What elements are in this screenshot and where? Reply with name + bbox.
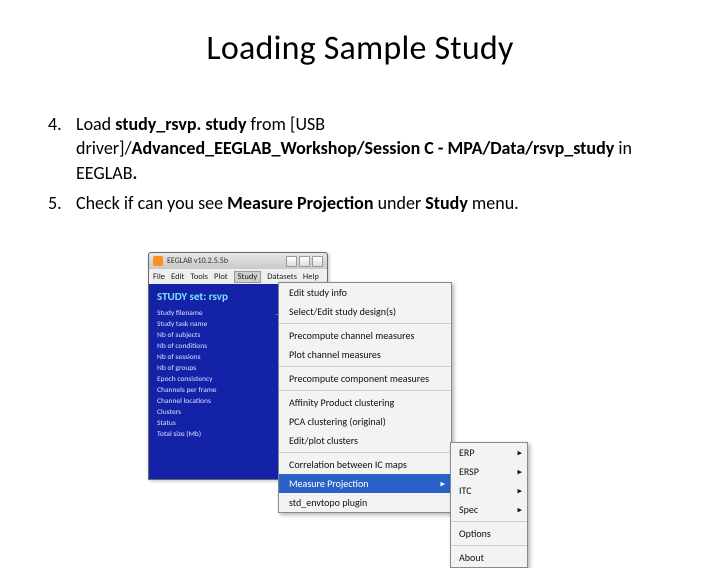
menu-plot[interactable]: Plot [214,272,228,282]
info-key: Study filename [157,309,203,318]
menu-edit[interactable]: Edit [171,272,184,282]
filepath: Advanced_EEGLAB_Workshop/Session C - MPA… [132,137,615,159]
submenu-arrow-icon: ▸ [440,478,445,489]
minimize-button[interactable] [286,256,297,267]
submenu-arrow-icon: ▸ [517,485,522,496]
info-key: Channels per frame [157,386,217,395]
menu-item[interactable]: Plot channel measures [279,345,451,364]
submenu-item[interactable]: ERSP▸ [451,462,527,481]
menu-name: Measure Projection [227,192,373,214]
menu-help[interactable]: Help [303,272,319,282]
step-number: 5. [48,191,76,215]
menu-item[interactable]: Correlation between IC maps [279,455,451,474]
menu-name: Study [425,192,468,214]
menu-item[interactable]: std_envtopo plugin [279,493,451,512]
submenu-item[interactable]: ERP▸ [451,443,527,462]
measure-projection-submenu: ERP▸ERSP▸ITC▸Spec▸ Options About [450,442,528,568]
menu-item[interactable]: PCA clustering (original) [279,412,451,431]
menu-separator [451,521,527,522]
info-key: Clusters [157,408,181,417]
info-key: Total size (Mb) [157,430,201,439]
submenu-arrow-icon: ▸ [517,504,522,515]
menu-item[interactable]: Precompute component measures [279,369,451,388]
step-text: Check if can you see Measure Projection … [76,191,519,215]
menu-separator [279,390,451,391]
window-titlebar: EEGLAB v10.2.5.5b [149,253,327,269]
step-5: 5. Check if can you see Measure Projecti… [48,191,672,215]
menu-item[interactable]: Select/Edit study design(s) [279,302,451,321]
text-fragment: under [374,192,426,214]
info-key: Study task name [157,320,207,329]
info-key: Nb of conditions [157,342,207,351]
menu-separator [279,452,451,453]
menu-item[interactable]: Precompute channel measures [279,326,451,345]
menu-study[interactable]: Study [234,271,262,283]
submenu-item[interactable]: ITC▸ [451,481,527,500]
menu-item[interactable]: Affinity Product clustering [279,393,451,412]
info-key: Nb of sessions [157,353,201,362]
menu-file[interactable]: File [153,272,165,282]
maximize-button[interactable] [299,256,310,267]
step-text: Load study_rsvp. study from [USB driver]… [76,112,672,185]
study-dropdown-menu: Edit study infoSelect/Edit study design(… [278,282,452,513]
text-fragment: Load [76,113,115,135]
info-key: Epoch consistency [157,375,213,384]
window-title: EEGLAB v10.2.5.5b [167,256,228,266]
app-icon [153,256,163,266]
slide-title: Loading Sample Study [0,28,720,69]
menu-separator [451,545,527,546]
info-key: Nb of subjects [157,331,200,340]
menu-item[interactable]: Edit study info [279,283,451,302]
close-button[interactable] [312,256,323,267]
filename: study_rsvp. study [115,113,246,135]
text-fragment: menu. [468,192,519,214]
menu-datasets[interactable]: Datasets [267,272,297,282]
submenu-item[interactable]: About [451,548,527,567]
text-fragment: Check if can you see [76,192,227,214]
menu-separator [279,323,451,324]
instruction-list: 4. Load study_rsvp. study from [USB driv… [48,112,672,221]
info-key: Channel locations [157,397,211,406]
menu-separator [279,366,451,367]
info-key: Status [157,419,176,428]
submenu-item[interactable]: Options [451,524,527,543]
step-number: 4. [48,112,76,185]
text-fragment: . [133,162,138,184]
menu-item[interactable]: Edit/plot clusters [279,431,451,450]
menu-tools[interactable]: Tools [190,272,208,282]
eeglab-screenshot: EEGLAB v10.2.5.5b File Edit Tools Plot S… [148,252,568,492]
menu-item[interactable]: Measure Projection▸ [279,474,451,493]
submenu-item[interactable]: Spec▸ [451,500,527,519]
submenu-arrow-icon: ▸ [517,466,522,477]
step-4: 4. Load study_rsvp. study from [USB driv… [48,112,672,185]
submenu-arrow-icon: ▸ [517,447,522,458]
info-key: Nb of groups [157,364,196,373]
